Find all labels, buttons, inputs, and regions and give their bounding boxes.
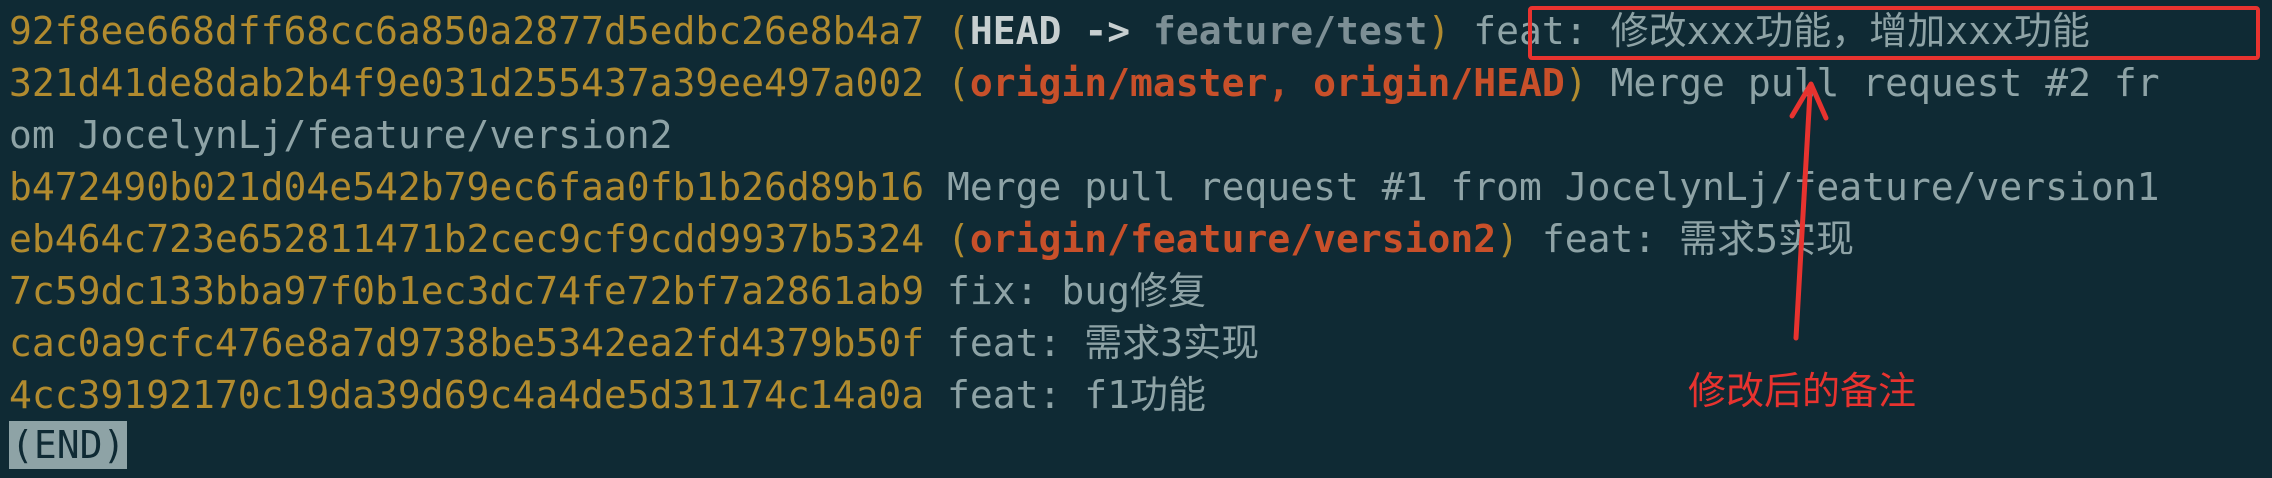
annotation-arrow-icon bbox=[1789, 81, 1829, 341]
annotation-label: 修改后的备注 bbox=[1688, 369, 1917, 413]
terminal-window: 92f8ee668dff68cc6a850a2877d5edbc26e8b4a7… bbox=[0, 0, 2272, 478]
